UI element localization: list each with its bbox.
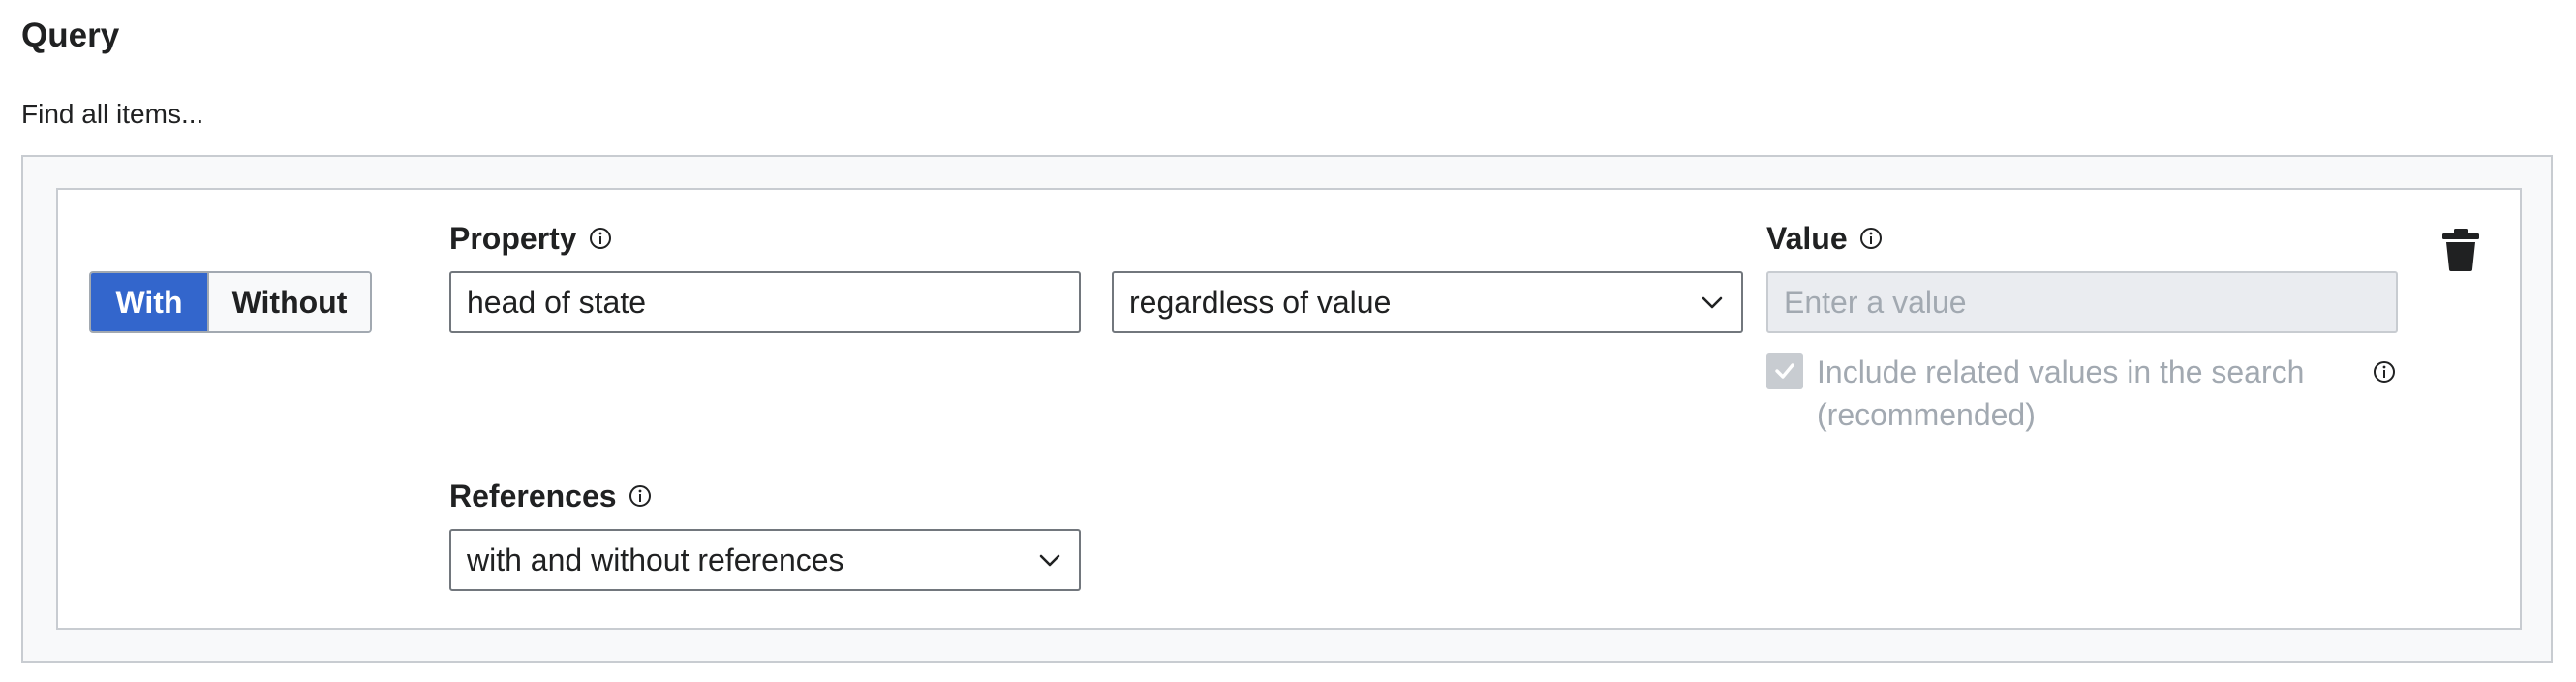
include-related-label: Include related values in the search (re…: [1817, 355, 2305, 432]
include-related-option: Include related values in the search (re…: [1766, 351, 2396, 436]
info-icon[interactable]: [589, 227, 612, 250]
value-mode-select[interactable]: regardless of value: [1112, 271, 1743, 333]
property-label-text: Property: [449, 221, 577, 256]
references-label-text: References: [449, 479, 617, 513]
with-without-toggle: With Without: [89, 271, 372, 333]
without-button[interactable]: Without: [207, 273, 370, 331]
info-icon[interactable]: [629, 484, 652, 508]
references-select-value: with and without references: [467, 542, 844, 577]
include-related-checkbox[interactable]: [1766, 353, 1803, 389]
query-page: Query Find all items... With Without Pro…: [0, 0, 2576, 682]
condition-block: With Without Property head of state rega…: [56, 188, 2522, 630]
references-select[interactable]: with and without references: [449, 529, 1081, 591]
check-icon: [1775, 363, 1794, 379]
references-label: References: [449, 475, 652, 517]
page-title: Query: [21, 16, 120, 54]
value-mode-select-value: regardless of value: [1129, 284, 1392, 320]
value-label: Value: [1766, 217, 1883, 260]
with-button[interactable]: With: [91, 273, 207, 331]
chevron-down-icon: [1036, 546, 1063, 574]
value-input[interactable]: Enter a value: [1766, 271, 2398, 333]
property-label: Property: [449, 217, 612, 260]
value-label-text: Value: [1766, 221, 1848, 256]
info-icon[interactable]: [1859, 227, 1883, 250]
property-input[interactable]: head of state: [449, 271, 1081, 333]
query-builder-panel: With Without Property head of state rega…: [21, 155, 2553, 663]
query-intro-text: Find all items...: [21, 99, 204, 129]
trash-icon[interactable]: [2442, 229, 2479, 271]
info-icon[interactable]: [2373, 360, 2396, 384]
chevron-down-icon: [1699, 289, 1726, 316]
